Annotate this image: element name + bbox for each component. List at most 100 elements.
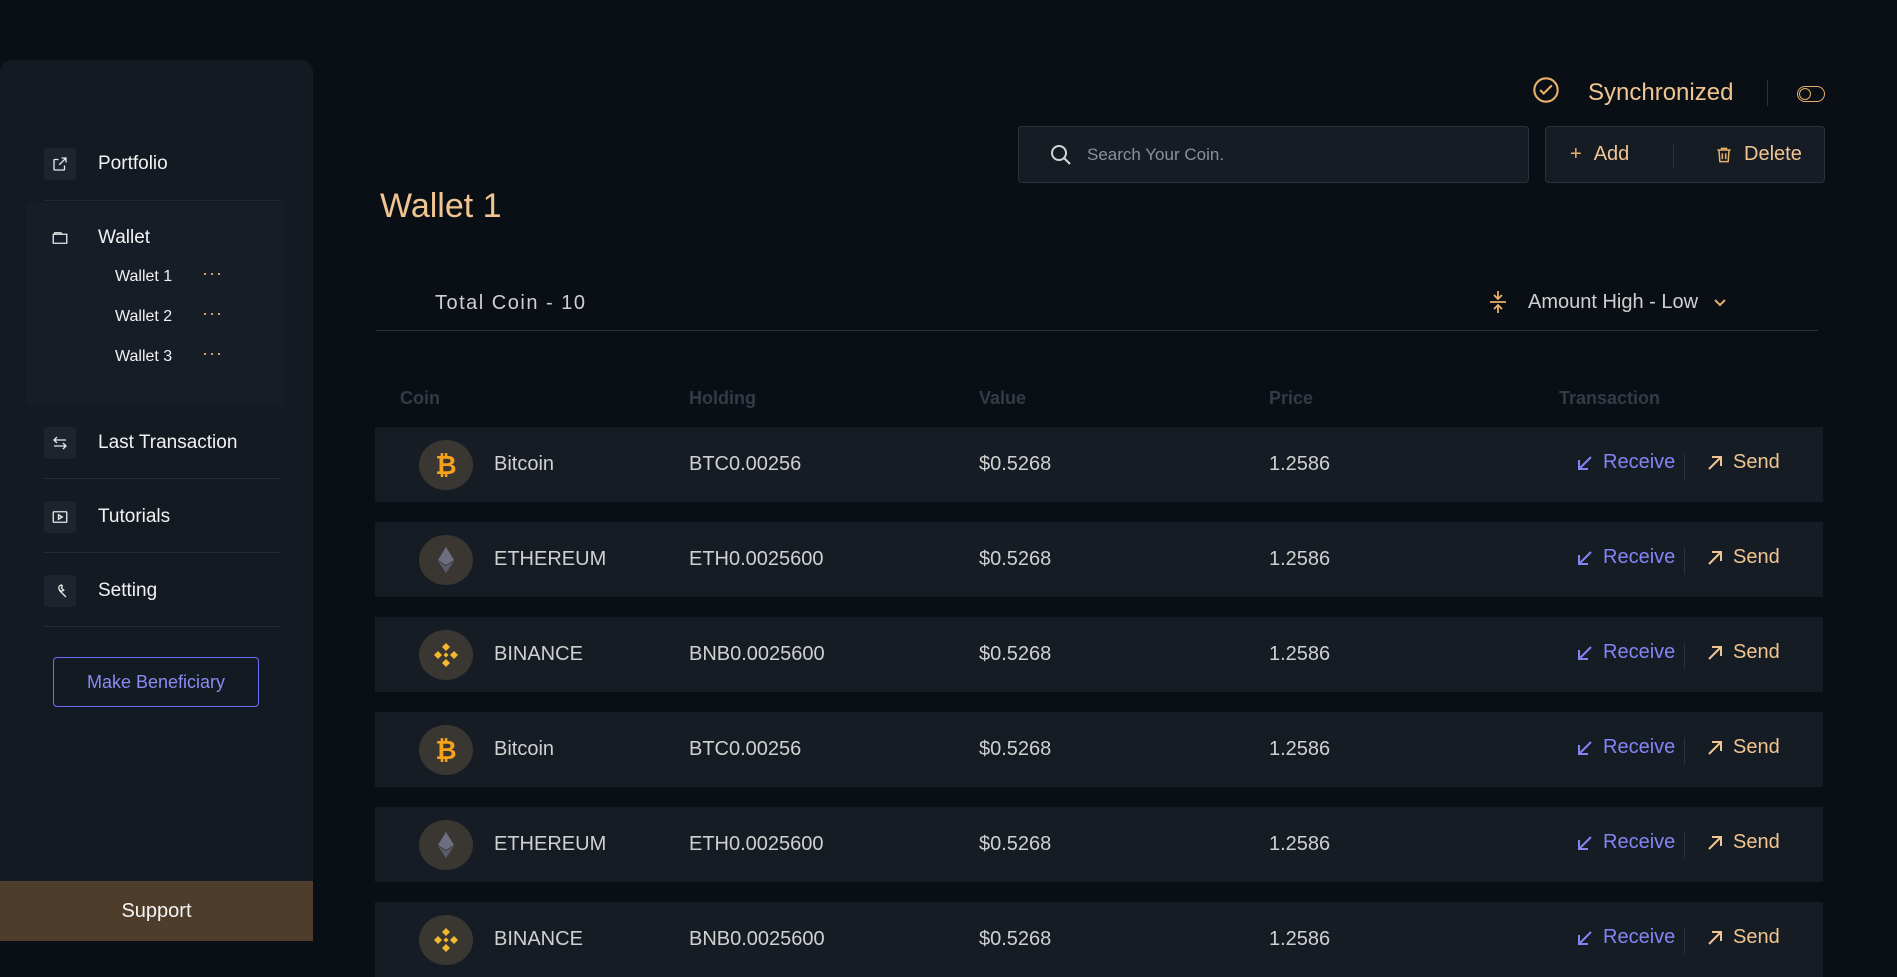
column-header-value: Value	[979, 388, 1027, 408]
receive-button[interactable]: Receive	[1575, 736, 1675, 759]
binance-icon	[419, 915, 473, 965]
receive-label: Receive	[1603, 831, 1676, 853]
divider	[1684, 738, 1685, 764]
binance-icon	[419, 630, 473, 680]
sidebar-subitem-wallet-2[interactable]: Wallet 2 ···	[115, 304, 223, 329]
send-button[interactable]: Send	[1705, 926, 1780, 949]
action-group: + Add Delete	[1545, 126, 1825, 183]
sidebar-subitem-wallet-1[interactable]: Wallet 1 ···	[115, 264, 223, 289]
arrow-down-left-icon	[1578, 835, 1592, 850]
arrow-up-right-icon	[1708, 740, 1722, 755]
receive-label: Receive	[1603, 641, 1676, 663]
sidebar-subitem-wallet-3[interactable]: Wallet 3 ···	[115, 344, 223, 369]
total-coin-count: Total Coin - 10	[435, 292, 587, 314]
sidebar: Portfolio Wallet Wallet 1 ··· Wallet 2 ·…	[0, 60, 313, 941]
divider	[1684, 548, 1685, 574]
search-icon	[1051, 144, 1071, 165]
send-button[interactable]: Send	[1705, 641, 1780, 664]
coin-name: Bitcoin	[494, 453, 555, 475]
support-button[interactable]: Support	[0, 881, 313, 941]
swap-arrows-icon	[44, 427, 76, 459]
column-header-price: Price	[1269, 388, 1314, 408]
sidebar-item-tutorials[interactable]: Tutorials	[44, 501, 170, 533]
more-icon[interactable]: ···	[202, 264, 223, 282]
column-header-coin: Coin	[400, 388, 440, 408]
theme-toggle[interactable]	[1797, 86, 1825, 102]
sidebar-item-label: Setting	[98, 580, 158, 601]
receive-button[interactable]: Receive	[1575, 641, 1675, 664]
sort-icon	[1490, 291, 1506, 313]
send-button[interactable]: Send	[1705, 831, 1780, 854]
sidebar-item-label: Wallet	[98, 227, 151, 248]
coin-name: Bitcoin	[494, 738, 555, 760]
send-label: Send	[1733, 546, 1780, 568]
wallet-name: Wallet 1	[115, 268, 173, 285]
divider	[1684, 643, 1685, 669]
holding-value: BTC0.00256	[689, 738, 802, 760]
send-label: Send	[1733, 831, 1780, 853]
delete-button[interactable]: Delete	[1714, 127, 1802, 182]
ethereum-icon	[419, 820, 473, 870]
chevron-down-icon	[1714, 299, 1726, 307]
table-row: ETHEREUM ETH0.0025600 $0.5268 1.2586 Rec…	[375, 522, 1823, 597]
sidebar-item-setting[interactable]: Setting	[44, 575, 157, 607]
arrow-down-left-icon	[1578, 930, 1592, 945]
price-value: 1.2586	[1269, 643, 1331, 665]
holding-value: ETH0.0025600	[689, 833, 824, 855]
holding-value: BNB0.0025600	[689, 928, 825, 950]
search-input[interactable]	[1087, 144, 1528, 165]
sort-dropdown[interactable]: Amount High - Low	[1488, 290, 1728, 314]
wrench-icon	[44, 575, 76, 607]
column-header-transaction: Transaction	[1559, 388, 1661, 408]
coin-name: BINANCE	[494, 928, 583, 950]
receive-button[interactable]: Receive	[1575, 451, 1675, 474]
send-button[interactable]: Send	[1705, 546, 1780, 569]
sidebar-item-label: Portfolio	[98, 153, 168, 174]
make-beneficiary-button[interactable]: Make Beneficiary	[53, 657, 259, 707]
arrow-up-right-icon	[1708, 930, 1722, 945]
price-value: 1.2586	[1269, 928, 1331, 950]
value-amount: $0.5268	[979, 643, 1052, 665]
column-header-holding: Holding	[689, 388, 756, 408]
send-label: Send	[1733, 736, 1780, 758]
sidebar-item-label: Last Transaction	[98, 432, 238, 453]
divider	[44, 478, 280, 479]
receive-label: Receive	[1603, 451, 1676, 473]
ethereum-icon	[419, 535, 473, 585]
value-amount: $0.5268	[979, 928, 1052, 950]
send-label: Send	[1733, 926, 1780, 948]
arrow-up-right-icon	[1708, 550, 1722, 565]
arrow-down-left-icon	[1578, 550, 1592, 565]
divider	[1673, 145, 1674, 167]
search-box	[1018, 126, 1529, 183]
receive-label: Receive	[1603, 546, 1676, 568]
receive-button[interactable]: Receive	[1575, 546, 1675, 569]
price-value: 1.2586	[1269, 453, 1331, 475]
coin-name: BINANCE	[494, 643, 583, 665]
receive-button[interactable]: Receive	[1575, 926, 1675, 949]
value-amount: $0.5268	[979, 548, 1052, 570]
send-button[interactable]: Send	[1705, 736, 1780, 759]
add-button[interactable]: + Add	[1570, 127, 1629, 182]
play-icon	[44, 501, 76, 533]
add-label: Add	[1593, 143, 1630, 165]
sidebar-item-wallet[interactable]: Wallet	[44, 222, 150, 254]
price-value: 1.2586	[1269, 738, 1331, 760]
send-button[interactable]: Send	[1705, 451, 1780, 474]
price-value: 1.2586	[1269, 833, 1331, 855]
trash-icon	[1717, 147, 1731, 162]
table-row: ₿ Bitcoin BTC0.00256 $0.5268 1.2586 Rece…	[375, 427, 1823, 502]
more-icon[interactable]: ···	[202, 344, 223, 362]
more-icon[interactable]: ···	[202, 304, 223, 322]
table-row: ETHEREUM ETH0.0025600 $0.5268 1.2586 Rec…	[375, 807, 1823, 882]
value-amount: $0.5268	[979, 833, 1052, 855]
plus-icon: +	[1570, 143, 1582, 165]
table-row: ₿ Bitcoin BTC0.00256 $0.5268 1.2586 Rece…	[375, 712, 1823, 787]
bitcoin-icon: ₿	[419, 440, 473, 490]
table-row: BINANCE BNB0.0025600 $0.5268 1.2586 Rece…	[375, 902, 1823, 977]
sidebar-item-portfolio[interactable]: Portfolio	[44, 148, 168, 180]
receive-button[interactable]: Receive	[1575, 831, 1675, 854]
holding-value: BTC0.00256	[689, 453, 802, 475]
divider	[44, 200, 280, 201]
sidebar-item-last-transaction[interactable]: Last Transaction	[44, 427, 237, 459]
